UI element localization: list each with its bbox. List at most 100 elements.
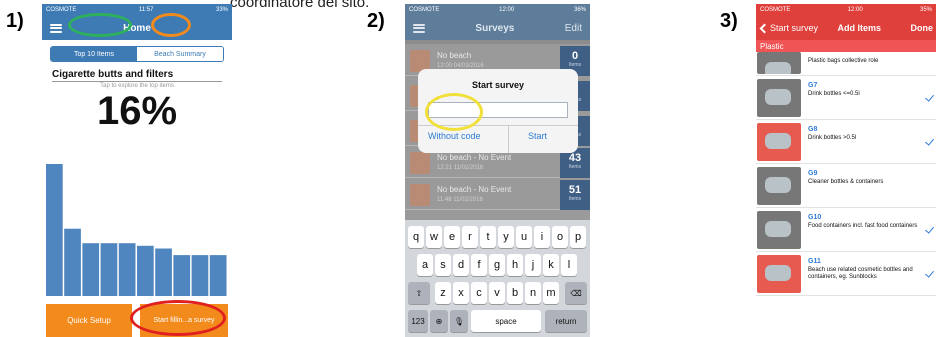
- without-code-button[interactable]: Without code: [428, 131, 481, 141]
- status-bar: COSMOTE 12:00 35%: [756, 4, 936, 16]
- survey-date: 12:21 11/02/2016: [437, 165, 484, 171]
- key-h[interactable]: h: [507, 254, 523, 276]
- key-u[interactable]: u: [516, 226, 532, 248]
- key-p[interactable]: p: [570, 226, 586, 248]
- hamburger-menu-icon[interactable]: [50, 23, 62, 33]
- phone-add-items-screen: COSMOTE 12:00 35% Start survey Add Items…: [756, 4, 936, 337]
- checkmark-icon: [925, 268, 934, 278]
- key-e[interactable]: e: [444, 226, 460, 248]
- survey-title: No beach: [437, 51, 472, 60]
- item-description: Beach use related cosmetic bottles and c…: [808, 267, 913, 280]
- time-label: 12:00: [499, 7, 515, 13]
- on-screen-keyboard: qwertyuiop asdfghjkl ⇧ ⌫ zxcvbnm 123 ⊕ 🎙…: [405, 220, 590, 337]
- key-c[interactable]: c: [471, 282, 487, 304]
- checkmark-icon: [925, 136, 934, 146]
- battery-label: 35%: [919, 7, 932, 13]
- survey-row[interactable]: No beach - No Event 11:48 11/02/2016 51 I…: [405, 180, 590, 210]
- top-item-percent: 16%: [96, 89, 178, 133]
- heading-divider: [52, 81, 222, 82]
- screenshot-stage: coordinatore del sito. 1) 2) 3) COSMOTE …: [0, 0, 936, 337]
- chart-bar-6[interactable]: [137, 245, 154, 296]
- globe-icon[interactable]: ⊕: [430, 310, 448, 332]
- key-n[interactable]: n: [525, 282, 541, 304]
- survey-date: 11:48 11/02/2016: [437, 197, 483, 203]
- key-q[interactable]: q: [408, 226, 424, 248]
- key-i[interactable]: i: [534, 226, 550, 248]
- checkmark-icon: [925, 92, 934, 102]
- litter-item-row[interactable]: G7 Drink bottles <=0.5l: [756, 76, 936, 120]
- litter-item-row[interactable]: G10 Food containers incl. fast food conta…: [756, 208, 936, 252]
- dialog-button-divider: [508, 125, 509, 153]
- key-f[interactable]: f: [471, 254, 487, 276]
- key-b[interactable]: b: [507, 282, 523, 304]
- key-g[interactable]: g: [489, 254, 505, 276]
- survey-item-count: 51 Items: [560, 180, 590, 210]
- nav-title: Surveys: [475, 22, 515, 34]
- panel-number-3: 3): [720, 10, 738, 32]
- chart-bar-10[interactable]: [209, 255, 227, 296]
- status-bar: COSMOTE 12:00 36%: [405, 4, 590, 16]
- chart-bar-9[interactable]: [191, 255, 209, 296]
- litter-item-row[interactable]: G11 Beach use related cosmetic bottles an…: [756, 252, 936, 296]
- tab-top-10-items[interactable]: Top 10 Items: [51, 47, 137, 61]
- quick-setup-button[interactable]: Quick Setup: [46, 304, 132, 337]
- key-x[interactable]: x: [453, 282, 469, 304]
- key-k[interactable]: k: [543, 254, 559, 276]
- item-photo: [757, 79, 801, 117]
- battery-label: 36%: [573, 7, 586, 13]
- key-v[interactable]: v: [489, 282, 505, 304]
- chart-bar-8[interactable]: [173, 255, 191, 296]
- count-value: 43: [568, 152, 582, 164]
- key-y[interactable]: y: [498, 226, 514, 248]
- key-w[interactable]: w: [426, 226, 442, 248]
- key-a[interactable]: a: [417, 254, 433, 276]
- litter-item-row[interactable]: G9 Cleaner bottles & containers: [756, 164, 936, 208]
- space-key[interactable]: space: [471, 310, 541, 332]
- chart-bar-7[interactable]: [155, 248, 172, 297]
- segmented-control: Top 10 Items Beach Summary: [50, 46, 224, 62]
- time-label: 12:00: [847, 7, 863, 13]
- litter-item-row[interactable]: Plastic bags collective role: [756, 52, 936, 76]
- backspace-key[interactable]: ⌫: [565, 282, 587, 304]
- key-m[interactable]: m: [543, 282, 559, 304]
- top-items-bar-chart[interactable]: [46, 164, 228, 296]
- numbers-key[interactable]: 123: [408, 310, 428, 332]
- key-d[interactable]: d: [453, 254, 469, 276]
- microphone-icon[interactable]: 🎙: [450, 310, 468, 332]
- key-o[interactable]: o: [552, 226, 568, 248]
- chart-bar-1[interactable]: [46, 164, 63, 296]
- carrier-label: COSMOTE: [409, 7, 440, 13]
- done-button[interactable]: Done: [911, 23, 934, 33]
- chart-bar-2[interactable]: [64, 228, 81, 296]
- count-value: 51: [568, 184, 582, 196]
- key-l[interactable]: l: [561, 254, 577, 276]
- key-t[interactable]: t: [480, 226, 496, 248]
- hamburger-menu-icon[interactable]: [413, 23, 425, 33]
- panel-number-2: 2): [367, 10, 385, 32]
- edit-button[interactable]: Edit: [565, 23, 582, 34]
- key-j[interactable]: j: [525, 254, 541, 276]
- add-items-button[interactable]: Add Items: [838, 23, 882, 33]
- chart-bar-4[interactable]: [100, 243, 118, 296]
- tab-beach-summary[interactable]: Beach Summary: [137, 47, 223, 61]
- item-description: Food containers incl. fast food containe…: [808, 223, 918, 229]
- phone-surveys-screen: COSMOTE 12:00 36% Surveys Edit No beach …: [405, 4, 590, 337]
- checkmark-icon: [925, 224, 934, 234]
- litter-item-list: Plastic bags collective role G7 Drink bott…: [756, 52, 936, 296]
- chart-bar-3[interactable]: [82, 243, 100, 296]
- survey-thumbnail: [410, 184, 430, 206]
- return-key[interactable]: return: [545, 310, 587, 332]
- item-description: Drink bottles <=0.5l: [808, 91, 860, 97]
- key-r[interactable]: r: [462, 226, 478, 248]
- clipped-caption: coordinatore del sito.: [230, 0, 370, 11]
- back-button[interactable]: Start survey: [759, 23, 818, 33]
- top-item-heading: Cigarette butts and filters: [52, 69, 174, 80]
- key-s[interactable]: s: [435, 254, 451, 276]
- count-unit: Items: [568, 62, 582, 68]
- chart-bar-5[interactable]: [118, 243, 136, 296]
- item-code: G11: [808, 258, 821, 265]
- start-button[interactable]: Start: [528, 131, 547, 141]
- shift-key[interactable]: ⇧: [408, 282, 430, 304]
- key-z[interactable]: z: [435, 282, 451, 304]
- litter-item-row[interactable]: G8 Drink bottles >0.5l: [756, 120, 936, 164]
